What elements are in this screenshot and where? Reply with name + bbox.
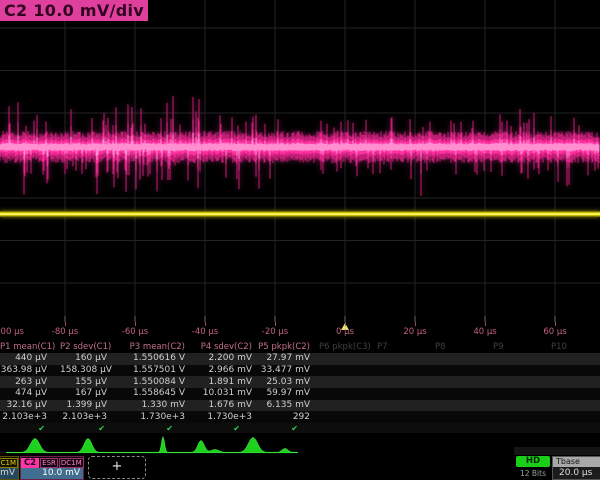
param-value: 155 µV (60, 377, 120, 388)
histicon-peaks (6, 437, 298, 453)
channel-descriptor-c1[interactable]: C1M 0 mV (0, 456, 19, 480)
param-value: 1.330 mV (120, 400, 188, 411)
param-value: 1.891 mV (188, 377, 255, 388)
time-axis-tick (65, 322, 66, 326)
timebase-value: 20.0 µs (553, 467, 600, 479)
c2-channel-tag: C2 (21, 458, 39, 468)
param-value: 292 (255, 412, 313, 423)
time-axis-tick (415, 322, 416, 326)
channel-descriptor-c2[interactable]: C2 ESR DC1M 10.0 mV (20, 456, 84, 480)
time-axis-tick (275, 322, 276, 326)
c1-coupling-row: C1M (0, 457, 18, 468)
c1-vdiv-value: 0 mV (0, 468, 18, 479)
time-axis-label: 0 µs (336, 327, 354, 337)
c2-coupling-row: C2 ESR DC1M (21, 457, 83, 468)
time-axis-tick (555, 322, 556, 326)
measure-stat-row: 2.103e+32.103e+31.730e+31.730e+3292 (0, 411, 600, 423)
param-value: 440 µV (0, 353, 60, 364)
time-axis-tick (135, 322, 136, 326)
hd-mode-badge: HD (516, 456, 550, 467)
param-value: 27.97 mV (255, 353, 313, 364)
param-header-p5[interactable]: P5 pkpk(C2) (255, 342, 313, 353)
time-axis-tick (485, 322, 486, 326)
waveform-grid (0, 0, 600, 322)
param-value: 1.558645 V (120, 388, 188, 399)
time-axis-label: 60 µs (543, 327, 566, 337)
param-value: 33.477 mV (255, 365, 313, 376)
measure-stat-row: 474 µV167 µV1.558645 V10.031 mV59.97 mV (0, 388, 600, 400)
param-value: 1.550084 V (120, 377, 188, 388)
c2-coupling-badge: DC1M (59, 458, 84, 468)
param-header-p1[interactable]: P1 mean(C1) (0, 342, 60, 353)
measure-header-row: P1 mean(C1)P2 sdev(C1)P3 mean(C2)P4 sdev… (0, 342, 600, 353)
param-value: 59.97 mV (255, 388, 313, 399)
param-header-p9[interactable]: P9 (487, 342, 545, 353)
param-header-p4[interactable]: P4 sdev(C2) (188, 342, 255, 353)
param-header-p7[interactable]: P7 (371, 342, 429, 353)
param-header-p8[interactable]: P8 (429, 342, 487, 353)
param-value: 6.135 mV (255, 400, 313, 411)
trace-info-badge: C2 10.0 mV/div (0, 0, 148, 21)
c1-coupling-badge: C1M (0, 458, 18, 468)
time-axis: -100 µs -80 µs -60 µs -40 µs -20 µs 0 µs 20 µs… (0, 322, 600, 340)
param-header-p10[interactable]: P10 (545, 342, 600, 353)
hd-bits-label: 12 Bits (516, 469, 550, 478)
param-value: 1.676 mV (188, 400, 255, 411)
param-value: 1.730e+3 (120, 412, 188, 423)
measure-stat-row: 32.16 µV1.399 µV1.330 mV1.676 mV6.135 mV (0, 400, 600, 412)
time-axis-label: -60 µs (122, 327, 148, 337)
add-trace-button[interactable]: + (88, 456, 146, 479)
measure-stat-row: 440 µV160 µV1.550616 V2.200 mV27.97 mV (0, 353, 600, 365)
c2-trace (0, 96, 599, 196)
time-axis-tick (205, 322, 206, 326)
time-axis-label: -100 µs (0, 327, 24, 337)
time-axis-label: -40 µs (192, 327, 218, 337)
param-value: 1.399 µV (60, 400, 120, 411)
param-header-p2[interactable]: P2 sdev(C1) (60, 342, 120, 353)
param-value: 2.103e+3 (60, 412, 120, 423)
measure-stat-row: 363.98 µV158.308 µV1.557501 V2.966 mV33.… (0, 365, 600, 377)
param-header-p3[interactable]: P3 mean(C2) (120, 342, 188, 353)
param-value: 160 µV (60, 353, 120, 364)
param-value: 158.308 µV (60, 365, 120, 376)
time-axis-tick (345, 322, 346, 326)
param-value: 167 µV (60, 388, 120, 399)
param-value: 1.557501 V (120, 365, 188, 376)
timebase-shelf (514, 447, 600, 455)
param-value: 474 µV (0, 388, 60, 399)
measure-stat-row: 263 µV155 µV1.550084 V1.891 mV25.03 mV (0, 376, 600, 388)
param-value: 2.103e+3 (0, 412, 60, 423)
time-axis-label: 20 µs (403, 327, 426, 337)
param-header-p6[interactable]: P6 pkpk(C3) (313, 342, 371, 353)
timebase-title: Tbase (553, 457, 600, 467)
param-value: 1.730e+3 (188, 412, 255, 423)
param-value: 2.966 mV (188, 365, 255, 376)
histicon-strip (0, 432, 600, 455)
time-axis-label: -20 µs (262, 327, 288, 337)
timebase-descriptor[interactable]: Tbase 20.0 µs (552, 456, 600, 480)
param-value: 363.98 µV (0, 365, 60, 376)
param-value: 25.03 mV (255, 377, 313, 388)
descriptor-bar: C1M 0 mV C2 ESR DC1M 10.0 mV + HD 12 Bit… (0, 455, 600, 480)
c2-eres-badge: ESR (40, 458, 58, 468)
oscilloscope-screen: C2 10.0 mV/div -100 µs -80 µs -60 µs -40 µs… (0, 0, 600, 480)
measurement-table: P1 mean(C1)P2 sdev(C1)P3 mean(C2)P4 sdev… (0, 342, 600, 433)
c2-vdiv-value: 10.0 mV (21, 468, 83, 479)
time-axis-label: -80 µs (52, 327, 78, 337)
param-value: 32.16 µV (0, 400, 60, 411)
param-value: 263 µV (0, 377, 60, 388)
param-value: 1.550616 V (120, 353, 188, 364)
time-axis-label: 40 µs (473, 327, 496, 337)
param-value: 10.031 mV (188, 388, 255, 399)
param-value: 2.200 mV (188, 353, 255, 364)
